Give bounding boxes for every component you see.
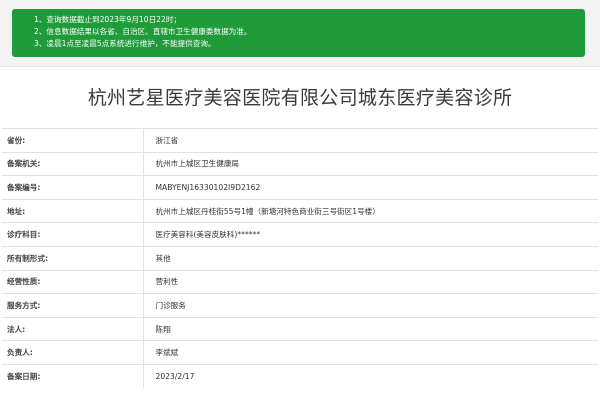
field-value-service-mode: 门诊服务 — [143, 293, 598, 318]
field-label-service-mode: 服务方式: — [2, 293, 144, 318]
table-row: 备案日期: 2023/2/17 — [2, 363, 598, 389]
field-label-legal-person: 法人: — [2, 316, 144, 341]
notice-line: 3、凌晨1点至凌晨5点系统进行维护，不能提供查询。 — [34, 39, 216, 48]
table-row: 服务方式: 门诊服务 — [2, 293, 598, 318]
field-label-filing-date: 备案日期: — [2, 363, 144, 389]
field-value-ownership: 其他 — [143, 245, 598, 271]
table-row: 备案编号: MABYENJ16330102I9D2162 — [2, 175, 598, 200]
table-row: 负责人: 李斌斌 — [2, 340, 598, 365]
page: 1、查询数据截止到2023年9月10日22时； 2、信息数据结果以各省、自治区、… — [0, 0, 600, 400]
field-value-legal-person: 陈翔 — [143, 316, 598, 341]
table-row: 备案机关: 杭州市上城区卫生健康局 — [2, 151, 598, 176]
notice-line: 1、查询数据截止到2023年9月10日22时； — [34, 15, 182, 24]
table-row: 省份: 浙江省 — [2, 128, 598, 153]
page-title: 杭州艺星医疗美容医院有限公司城东医疗美容诊所 — [87, 87, 513, 109]
field-label-filing-authority: 备案机关: — [2, 151, 144, 176]
field-label-departments: 诊疗科目: — [2, 222, 144, 247]
field-value-filing-number: MABYENJ16330102I9D2162 — [143, 175, 598, 200]
record-info-table: 省份: 浙江省 备案机关: 杭州市上城区卫生健康局 备案编号: MABYENJ1… — [2, 128, 598, 389]
field-label-filing-number: 备案编号: — [2, 175, 144, 200]
field-value-business-nature: 营利性 — [143, 269, 598, 294]
field-value-departments: 医疗美容科(美容皮肤科)****** — [143, 222, 598, 247]
table-row: 经营性质: 营利性 — [2, 269, 598, 294]
field-label-province: 省份: — [2, 128, 144, 153]
field-label-ownership: 所有制形式: — [2, 245, 144, 271]
notice-banner: 1、查询数据截止到2023年9月10日22时； 2、信息数据结果以各省、自治区、… — [12, 9, 585, 57]
record-panel: 杭州艺星医疗美容医院有限公司城东医疗美容诊所 省份: 浙江省 备案机关: 杭州市… — [0, 66, 600, 400]
field-value-filing-date: 2023/2/17 — [143, 363, 598, 389]
field-value-person-in-charge: 李斌斌 — [143, 340, 598, 365]
field-value-province: 浙江省 — [143, 128, 598, 153]
field-label-person-in-charge: 负责人: — [2, 340, 144, 365]
field-label-business-nature: 经营性质: — [2, 269, 144, 294]
field-label-address: 地址: — [2, 198, 144, 223]
table-row: 所有制形式: 其他 — [2, 245, 598, 271]
table-row: 地址: 杭州市上城区丹桂街55号1幢（新塘河特色商业街三号街区1号楼） — [2, 198, 598, 223]
notice-line: 2、信息数据结果以各省、自治区、直辖市卫生健康委数据为准。 — [34, 27, 252, 36]
field-value-filing-authority: 杭州市上城区卫生健康局 — [143, 151, 598, 176]
table-row: 诊疗科目: 医疗美容科(美容皮肤科)****** — [2, 222, 598, 247]
table-row: 法人: 陈翔 — [2, 316, 598, 341]
field-value-address: 杭州市上城区丹桂街55号1幢（新塘河特色商业街三号街区1号楼） — [143, 198, 598, 223]
